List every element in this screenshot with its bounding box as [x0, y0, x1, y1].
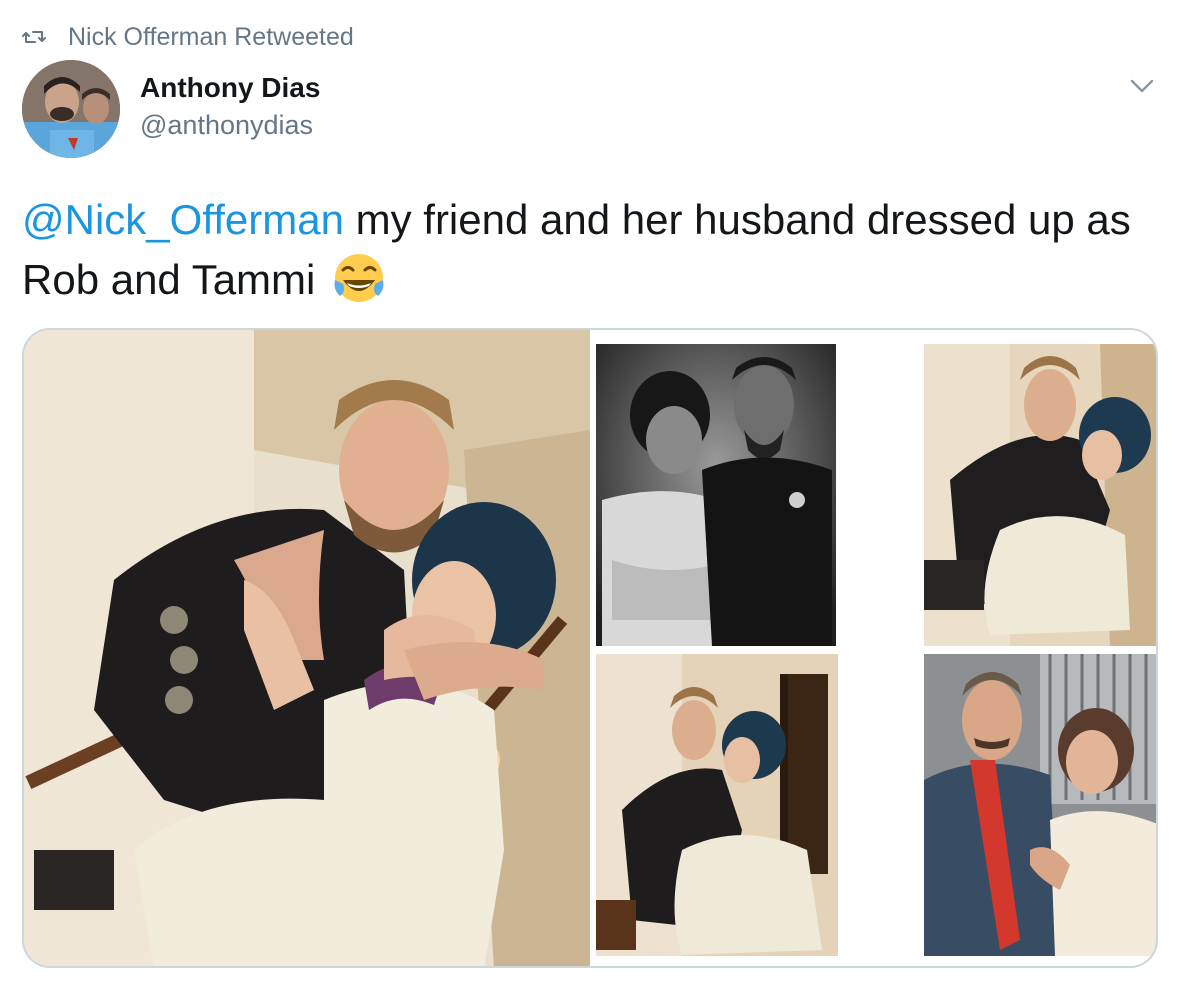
retweet-icon — [22, 31, 46, 43]
photo-couple-stairs-kiss[interactable] — [592, 650, 868, 966]
tweet-text: @Nick_Offerman my friend and her husband… — [22, 190, 1152, 310]
photo-nick-and-megan[interactable] — [870, 650, 1156, 966]
avatar[interactable] — [22, 60, 120, 158]
retweet-context-label[interactable]: Nick Offerman Retweeted — [68, 23, 354, 52]
chevron-down-icon[interactable] — [1128, 74, 1156, 98]
mention-link[interactable]: @Nick_Offerman — [22, 196, 344, 243]
retweet-context: Nick Offerman Retweeted — [22, 20, 354, 54]
photo-tintype-portrait[interactable] — [592, 330, 868, 648]
face-with-tears-of-joy-icon — [334, 254, 384, 302]
author-display-name[interactable]: Anthony Dias — [140, 72, 320, 104]
photo-couple-stairs-large[interactable] — [24, 330, 590, 966]
author-handle[interactable]: @anthonydias — [140, 110, 313, 141]
media-grid — [22, 328, 1158, 968]
tweet-card[interactable]: Nick Offerman Retweeted Anthony Dias @an… — [0, 0, 1180, 992]
photo-couple-stairs-small[interactable] — [870, 330, 1156, 648]
